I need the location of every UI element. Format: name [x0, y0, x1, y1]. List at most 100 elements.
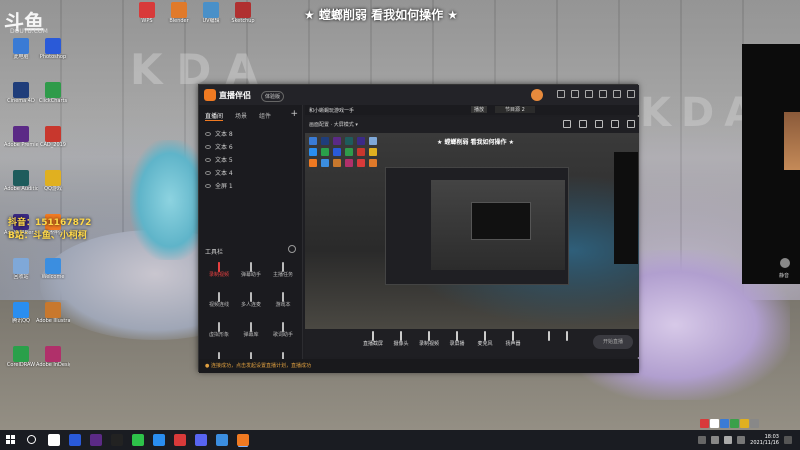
record-button[interactable]: 录制视频: [415, 331, 443, 347]
lock-icon[interactable]: [595, 120, 603, 128]
qq-icon[interactable]: [153, 434, 165, 446]
microphone-button[interactable]: 麦克风: [471, 331, 499, 347]
douyin-overlay: 抖音：151167872: [8, 218, 92, 228]
speaker-button[interactable]: 扬声器: [499, 331, 527, 347]
taskbar-apps: [48, 434, 249, 446]
search-icon[interactable]: [27, 435, 36, 444]
ime-mode-icon[interactable]: [710, 419, 719, 428]
ime-emoji-icon[interactable]: [730, 419, 739, 428]
add-scene-button[interactable]: +: [290, 109, 298, 119]
user-avatar[interactable]: [531, 89, 543, 101]
settings-icon[interactable]: [585, 90, 593, 98]
premiere-icon[interactable]: [90, 434, 102, 446]
screenshot-button[interactable]: 直播截屏: [359, 331, 387, 347]
scene-item[interactable]: 文本 4: [205, 166, 297, 179]
copy-icon[interactable]: [579, 120, 587, 128]
camera-button[interactable]: 摄像头: [387, 331, 415, 347]
scene-item[interactable]: 文本 8: [205, 127, 297, 140]
desktop-icon[interactable]: Adobe InDesign: [36, 346, 70, 380]
desktop-icon[interactable]: Photoshop: [36, 38, 70, 72]
scene-item[interactable]: 文本 6: [205, 140, 297, 153]
clock[interactable]: 18:03 2021/11/16: [750, 434, 779, 446]
shield-icon[interactable]: [216, 434, 228, 446]
tab-live-room[interactable]: 直播间: [205, 111, 224, 121]
eye-icon[interactable]: [205, 131, 211, 136]
eye-icon[interactable]: [205, 157, 211, 162]
minimize-icon[interactable]: [599, 90, 607, 98]
capcut-icon[interactable]: [111, 434, 123, 446]
microphone-icon[interactable]: [780, 258, 790, 268]
desktop-icon[interactable]: Sketchup: [226, 2, 260, 36]
live-companion-icon[interactable]: [237, 434, 249, 446]
tool-anchor-task[interactable]: 主播任务: [267, 262, 299, 289]
desktop-icon[interactable]: Welcome: [36, 258, 70, 292]
app-logo-icon: [204, 89, 216, 101]
chevron-up-icon[interactable]: [698, 436, 707, 444]
desktop-icon[interactable]: WPS: [130, 2, 164, 36]
scene-item[interactable]: 全屏 1: [205, 179, 297, 192]
eye-icon[interactable]: [205, 170, 211, 175]
close-icon[interactable]: [627, 90, 635, 98]
music-icon[interactable]: [174, 434, 186, 446]
app-title: 直播伴侣: [219, 91, 251, 100]
skin-icon[interactable]: [557, 90, 565, 98]
bilibili-overlay: B站：斗鱼、小柯柯: [8, 231, 87, 241]
tool-lyrics[interactable]: 歌词助手: [267, 322, 299, 349]
tool-label: 视频连线: [208, 302, 229, 308]
desktop-icon[interactable]: CAD_2019: [36, 126, 70, 160]
ime-toolbar[interactable]: [700, 419, 759, 429]
tab-components[interactable]: 组件: [259, 111, 271, 121]
desktop-icon[interactable]: Adobe Premiere: [4, 126, 38, 160]
ime-punct-icon[interactable]: [720, 419, 729, 428]
tab-scenes[interactable]: 场景: [235, 111, 247, 121]
desktop-icon[interactable]: 回收站: [4, 258, 38, 292]
bell-icon[interactable]: [611, 120, 619, 128]
network-icon[interactable]: [711, 436, 720, 444]
ime-tools-icon[interactable]: [750, 419, 759, 428]
desktop-icon[interactable]: Cinema 4D: [4, 82, 38, 116]
sogou-icon[interactable]: [700, 419, 709, 428]
notification-icon[interactable]: [784, 436, 792, 444]
desktop-icon[interactable]: QQ游戏: [36, 170, 70, 204]
desktop-icon[interactable]: Adobe Audition: [4, 170, 38, 204]
volume-icon[interactable]: [724, 436, 733, 444]
windows-start-icon[interactable]: [6, 435, 16, 445]
scene-item[interactable]: 文本 5: [205, 153, 297, 166]
desktop-icon[interactable]: Adobe Illustrator: [36, 302, 70, 336]
desktop-icon[interactable]: CorelDRAW: [4, 346, 38, 380]
tool-avatar[interactable]: 虚拟形象: [203, 322, 235, 349]
photoshop-icon[interactable]: [69, 434, 81, 446]
eye-icon[interactable]: [205, 144, 211, 149]
eye-icon[interactable]: [205, 183, 211, 188]
play-tab[interactable]: 播放: [471, 106, 488, 113]
tool-record-video[interactable]: 录制视频: [203, 262, 235, 289]
tool-game[interactable]: 游戏本: [267, 292, 299, 319]
ime-skin-icon[interactable]: [740, 419, 749, 428]
clock-date: 2021/11/16: [750, 440, 779, 446]
tool-danmu-lib[interactable]: 弹幕库: [235, 322, 267, 349]
tool-multi-mic[interactable]: 多人连麦: [235, 292, 267, 319]
desktop-icon[interactable]: ClickCharts: [36, 82, 70, 116]
screen-config-dropdown[interactable]: 画面配置 · 大屏模式 ▾: [309, 121, 358, 128]
layout-icon[interactable]: [563, 120, 571, 128]
tool-danmu-helper[interactable]: 弹幕助手: [235, 262, 267, 289]
screen-cast-button[interactable]: 录屏播: [443, 331, 471, 347]
desktop-icon[interactable]: UV编辑: [194, 2, 228, 36]
desktop-icon[interactable]: 腾讯QQ: [4, 302, 38, 336]
toolbox-settings-icon[interactable]: [288, 245, 296, 253]
go-live-button[interactable]: 开始直播: [593, 335, 633, 349]
desktop-icon[interactable]: Blender: [162, 2, 196, 36]
share-icon[interactable]: [627, 120, 635, 128]
wechat-icon[interactable]: [132, 434, 144, 446]
ime-indicator-icon[interactable]: [737, 436, 746, 444]
maximize-icon[interactable]: [613, 90, 621, 98]
menu-icon[interactable]: [571, 90, 579, 98]
source-tab[interactable]: 节目源 2: [495, 106, 535, 113]
app-icon: [45, 346, 61, 362]
task-view-icon[interactable]: [48, 434, 60, 446]
discord-icon[interactable]: [195, 434, 207, 446]
settings-button[interactable]: [553, 331, 581, 341]
stream-preview[interactable]: ★ 螳螂削弱 看我如何操作 ★: [305, 133, 639, 329]
desktop-icon[interactable]: 此电脑: [4, 38, 38, 72]
tool-video-link[interactable]: 视频连线: [203, 292, 235, 319]
